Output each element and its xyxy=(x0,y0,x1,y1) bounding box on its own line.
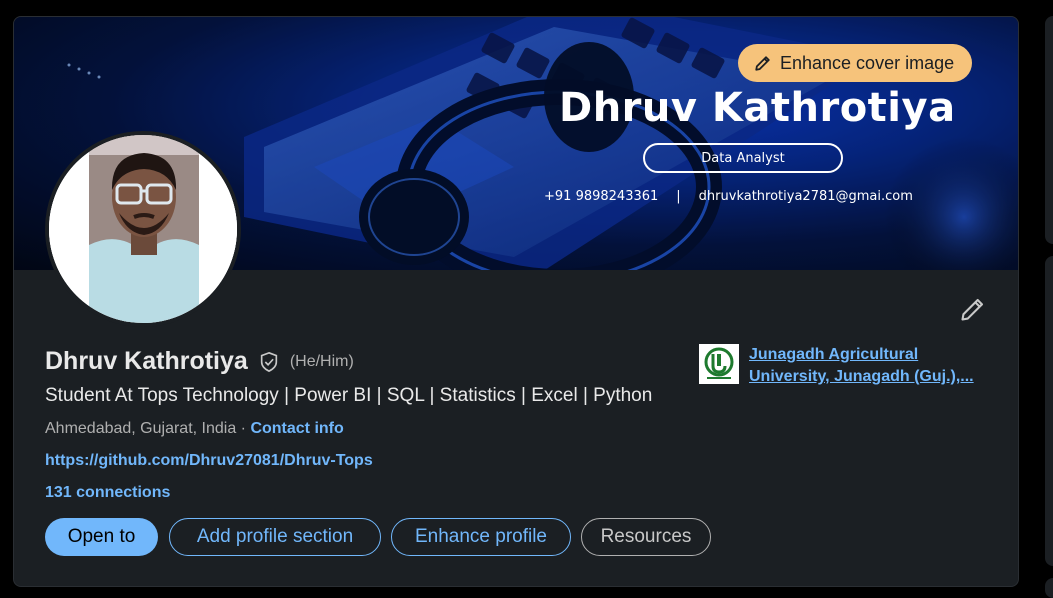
location-separator: · xyxy=(236,420,251,437)
pencil-icon xyxy=(961,298,984,321)
education-line-2: University, Junagadh (Guj.),... xyxy=(749,368,974,385)
university-seal-icon xyxy=(704,347,734,379)
location-line: Ahmedabad, Gujarat, India · Contact info xyxy=(45,420,344,438)
name-row: Dhruv Kathrotiya (He/Him) xyxy=(45,347,354,376)
connections-link[interactable]: 131 connections xyxy=(45,484,170,502)
cover-role-badge: Data Analyst xyxy=(643,143,843,173)
profile-photo xyxy=(49,135,237,323)
cover-contact-line: +91 9898243361 | dhruvkathrotiya2781@gmai.… xyxy=(544,189,913,204)
location-text: Ahmedabad, Gujarat, India xyxy=(45,420,237,437)
profile-avatar[interactable] xyxy=(45,131,241,327)
education-name-link[interactable]: Junagadh Agricultural University, Junaga… xyxy=(749,344,989,388)
open-to-button[interactable]: Open to xyxy=(45,518,158,556)
education-entry[interactable]: Junagadh Agricultural University, Junaga… xyxy=(699,344,989,388)
cover-separator: | xyxy=(676,189,681,204)
enhance-profile-button[interactable]: Enhance profile xyxy=(391,518,571,556)
side-panel-card xyxy=(1045,578,1053,598)
add-profile-section-button[interactable]: Add profile section xyxy=(169,518,381,556)
profile-name: Dhruv Kathrotiya xyxy=(45,347,248,375)
side-panel-card xyxy=(1045,256,1053,566)
profile-card: Dhruv Kathrotiya Data Analyst +91 989824… xyxy=(13,16,1019,587)
profile-headline: Student At Tops Technology | Power BI | … xyxy=(45,385,653,406)
pronouns: (He/Him) xyxy=(289,352,354,370)
resources-button[interactable]: Resources xyxy=(581,518,711,556)
cover-name-text: Dhruv Kathrotiya xyxy=(559,85,956,131)
side-panel-card xyxy=(1045,16,1053,244)
website-link[interactable]: https://github.com/Dhruv27081/Dhruv-Tops xyxy=(45,452,373,470)
enhance-cover-label: Enhance cover image xyxy=(780,52,955,73)
education-line-1: Junagadh Agricultural xyxy=(749,346,919,363)
pencil-icon xyxy=(755,56,770,71)
university-logo xyxy=(699,344,739,384)
edit-intro-button[interactable] xyxy=(959,295,987,323)
verified-shield-icon[interactable] xyxy=(258,350,280,374)
cover-email: dhruvkathrotiya2781@gmai.com xyxy=(698,189,913,204)
cover-phone: +91 9898243361 xyxy=(544,189,659,204)
contact-info-link[interactable]: Contact info xyxy=(250,420,343,437)
enhance-cover-button[interactable]: Enhance cover image xyxy=(738,44,973,82)
